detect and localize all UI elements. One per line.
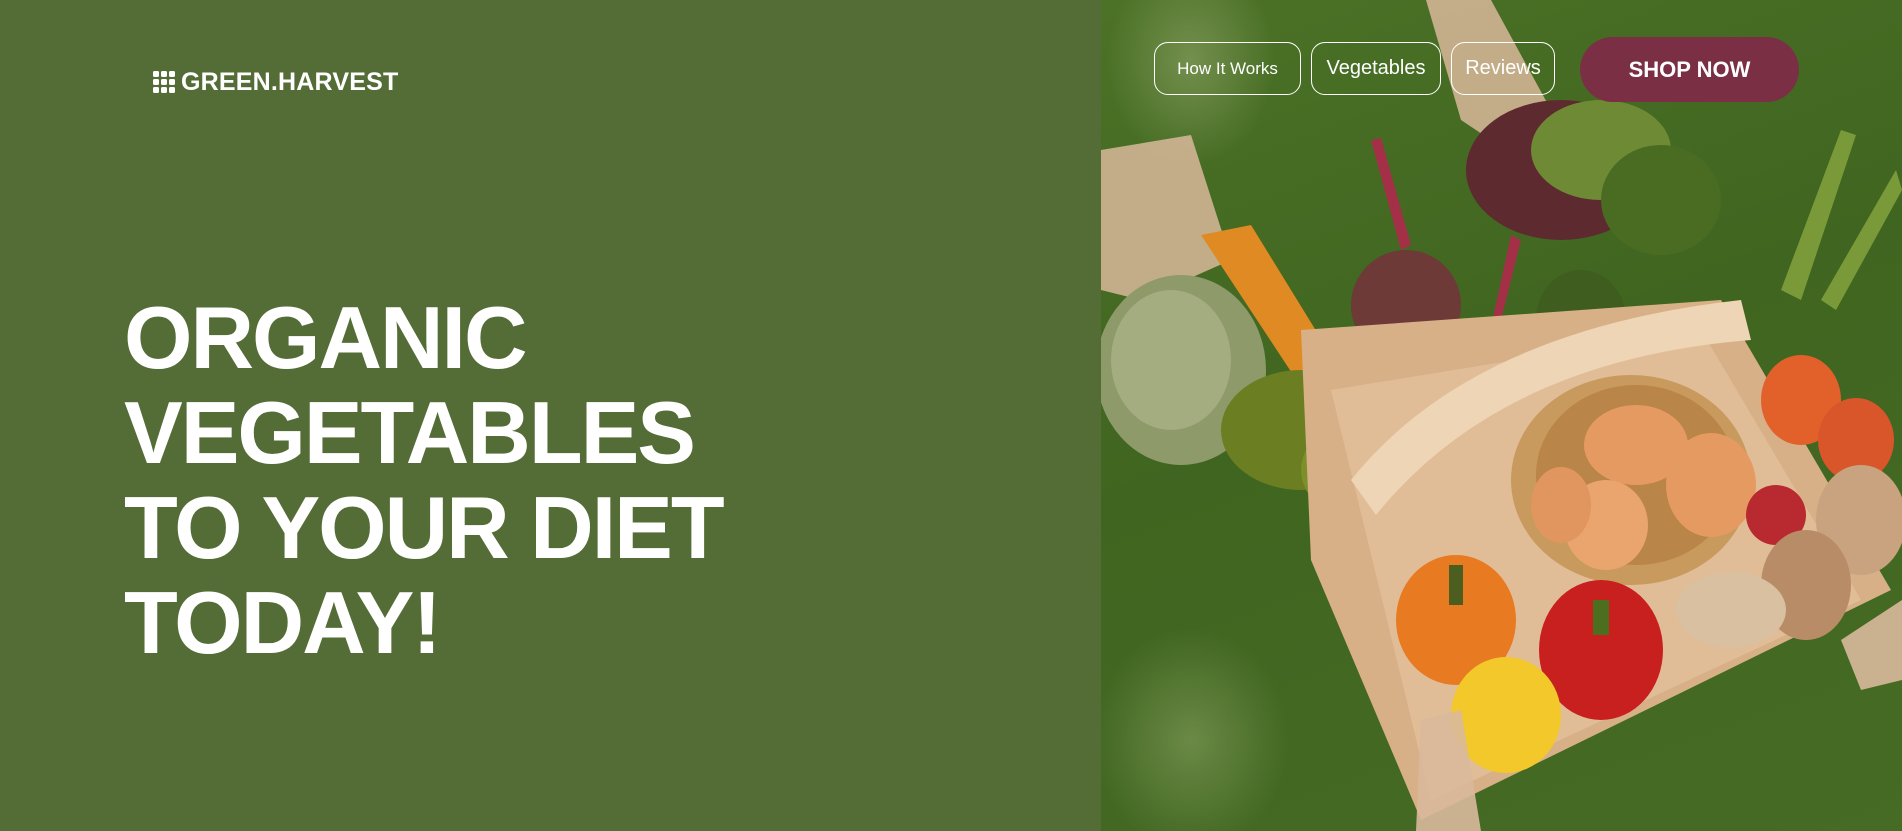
vegetable-basket-illustration — [1101, 0, 1902, 831]
headline-line: TODAY! — [124, 573, 442, 672]
brand-logo[interactable]: GREEN.HARVEST — [153, 68, 398, 96]
nav-link-how-it-works[interactable]: How It Works — [1154, 42, 1301, 95]
headline-line: VEGETABLES — [124, 383, 696, 482]
nav-link-vegetables[interactable]: Vegetables — [1311, 42, 1441, 95]
hero-left-panel: GREEN.HARVEST ORGANIC VEGETABLES TO YOUR… — [0, 0, 1101, 831]
headline-line: ORGANIC — [124, 288, 528, 387]
headline-line: TO YOUR DIET — [124, 478, 725, 577]
shop-now-button[interactable]: SHOP NOW — [1580, 37, 1799, 102]
hero-image — [1101, 0, 1902, 831]
nav-link-reviews[interactable]: Reviews — [1451, 42, 1555, 95]
brand-name: GREEN.HARVEST — [181, 68, 399, 96]
hero-headline: ORGANIC VEGETABLES TO YOUR DIET TODAY! — [124, 288, 725, 672]
grid-icon — [153, 71, 175, 93]
